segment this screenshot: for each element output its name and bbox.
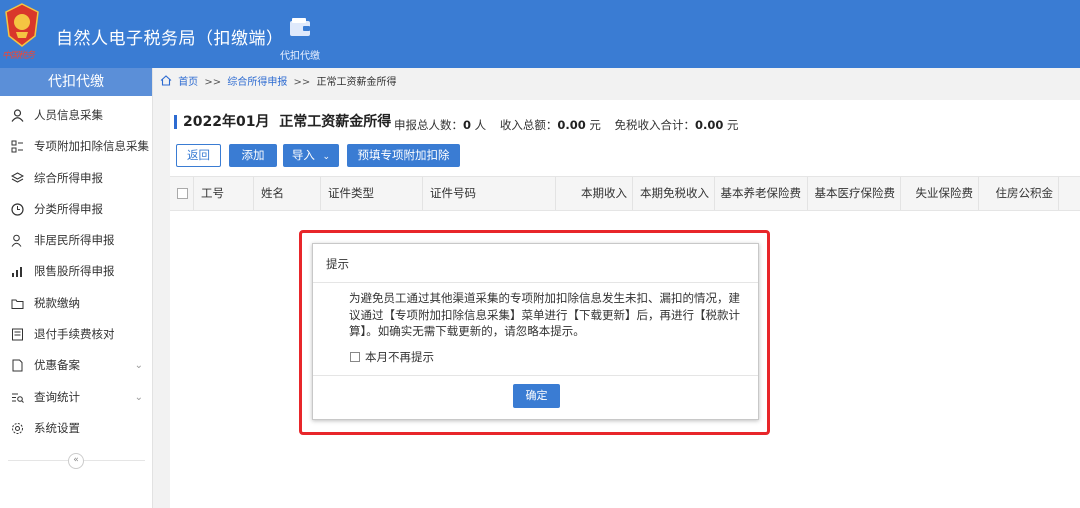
sidebar-item-label: 专项附加扣除信息采集 [34, 139, 149, 154]
app-header: 中国税务 自然人电子税务局（扣缴端） 代扣代缴 [0, 0, 1080, 68]
stat-income-value: 0.00 [557, 118, 586, 132]
stat-taxfree-label: 免税收入合计： [614, 118, 696, 132]
nav-tab-withholding[interactable]: 代扣代缴 [270, 0, 330, 68]
sidebar-item-label: 系统设置 [34, 420, 80, 435]
column-header[interactable]: 本期免税收入 [632, 177, 709, 210]
chevron-down-icon: ⌄ [134, 360, 143, 372]
collapse-sidebar-icon[interactable]: « [68, 453, 84, 469]
gear-icon [12, 422, 23, 434]
page-title: 2022年01月 正常工资薪金所得 [174, 115, 391, 129]
summary-stats: 申报总人数：0 人 收入总额：0.00 元 免税收入合计：0.00 元 [394, 117, 739, 133]
stat-taxfree-value: 0.00 [695, 118, 724, 132]
import-button-label: 导入 [291, 148, 315, 162]
column-header[interactable]: 基本养老保险费 [714, 177, 802, 210]
column-header[interactable]: 基本医疗保险费 [807, 177, 896, 210]
checkbox-label: 本月不再提示 [365, 350, 434, 364]
column-header[interactable]: 住房公积金 [978, 177, 1054, 210]
breadcrumb-separator: >> [293, 77, 311, 88]
tax-emblem-icon [5, 3, 39, 47]
chevron-down-icon: ⌄ [322, 152, 331, 162]
sidebar-item-classified[interactable]: 分类所得申报 [0, 194, 152, 225]
column-header[interactable]: 本期收入 [555, 177, 627, 210]
sidebar-item-label: 退付手续费核对 [34, 327, 115, 342]
breadcrumb: 首页 >> 综合所得申报 >> 正常工资薪金所得 [160, 73, 396, 93]
home-icon [160, 75, 172, 86]
sidebar-item-comprehensive[interactable]: 综合所得申报 [0, 163, 152, 194]
wallet-icon [290, 18, 310, 36]
user-icon [11, 109, 24, 122]
document-icon [12, 328, 23, 341]
back-button[interactable]: 返回 [176, 144, 221, 167]
stat-income-unit: 元 [589, 118, 601, 132]
sidebar-item-label: 优惠备案 [34, 358, 80, 373]
table-header: 工号 姓名 证件类型 证件号码 本期收入 本期免税收入 基本养老保险费 基本医疗… [170, 176, 1080, 211]
nav-tab-label: 代扣代缴 [280, 51, 320, 62]
sidebar-item-nonresident[interactable]: 非居民所得申报 [0, 225, 152, 256]
dont-remind-checkbox[interactable]: 本月不再提示 [350, 349, 434, 365]
dialog-message: 为避免员工通过其他渠道采集的专项附加扣除信息发生未扣、漏扣的情况，建议通过【专项… [349, 291, 740, 338]
sidebar-item-fee-refund[interactable]: 退付手续费核对 [0, 319, 152, 350]
breadcrumb-home-link[interactable]: 首页 [178, 77, 198, 88]
clock-icon [11, 203, 24, 216]
add-button[interactable]: 添加 [229, 144, 277, 167]
ok-button[interactable]: 确定 [513, 384, 560, 408]
layers-icon [11, 172, 24, 183]
breadcrumb-current: 正常工资薪金所得 [316, 77, 397, 88]
sidebar-item-label: 人员信息采集 [34, 108, 103, 122]
column-header[interactable]: 证件号码 [430, 177, 476, 210]
sidebar-item-label: 税款缴纳 [34, 295, 80, 310]
folder-icon [11, 299, 24, 309]
sidebar-item-preferential[interactable]: 优惠备案 ⌄ [0, 350, 152, 381]
breadcrumb-comprehensive-link[interactable]: 综合所得申报 [227, 77, 287, 88]
sidebar-item-label: 查询统计 [34, 389, 80, 404]
column-header[interactable]: 失业保险费 [900, 177, 974, 210]
sidebar-item-tax-payment[interactable]: 税款缴纳 [0, 288, 152, 319]
dialog-divider [313, 375, 758, 376]
sidebar-item-restricted-stock[interactable]: 限售股所得申报 [0, 256, 152, 287]
sidebar-item-label: 分类所得申报 [34, 201, 103, 216]
sidebar-item-label: 综合所得申报 [34, 170, 103, 185]
logo-text: 中国税务 [2, 51, 35, 61]
chevron-down-icon: ⌄ [134, 391, 143, 403]
app-title: 自然人电子税务局（扣缴端） [56, 29, 284, 49]
dialog-title: 提示 [313, 244, 758, 283]
stat-count-unit: 人 [474, 118, 487, 132]
column-header[interactable]: 证件类型 [328, 177, 374, 210]
sidebar-item-personnel[interactable]: 人员信息采集 [0, 100, 152, 131]
checkbox-box[interactable] [350, 352, 360, 362]
select-all-checkbox[interactable] [177, 188, 188, 199]
column-header[interactable]: 工号 [201, 177, 224, 210]
import-button[interactable]: 导入 ⌄ [283, 144, 339, 167]
column-header[interactable]: 姓名 [261, 177, 284, 210]
sidebar-item-special-deduction[interactable]: 专项附加扣除信息采集 [0, 131, 152, 162]
sidebar-item-query[interactable]: 查询统计 ⌄ [0, 382, 152, 413]
stat-count-label: 申报总人数： [394, 118, 463, 132]
bar-chart-icon [12, 267, 22, 278]
stat-income-label: 收入总额： [499, 118, 558, 132]
sidebar-item-settings[interactable]: 系统设置 [0, 413, 152, 444]
sidebar-item-label: 限售股所得申报 [34, 264, 115, 279]
prompt-dialog: 提示 为避免员工通过其他渠道采集的专项附加扣除信息发生未扣、漏扣的情况，建议通过… [312, 243, 759, 420]
prefill-special-deduction-button[interactable]: 预填专项附加扣除 [347, 144, 460, 167]
search-list-icon [12, 393, 24, 403]
grid-icon [11, 140, 23, 153]
sidebar: 代扣代缴 人员信息采集 专项附加扣除信息采集 综合所得申报 分类所得申报 非居民… [0, 68, 153, 508]
person-icon [11, 234, 22, 247]
breadcrumb-separator: >> [204, 77, 222, 88]
sidebar-title: 代扣代缴 [0, 68, 152, 96]
stat-count-value: 0 [463, 118, 472, 132]
stat-taxfree-unit: 元 [727, 118, 739, 132]
sidebar-item-label: 非居民所得申报 [34, 233, 115, 248]
file-icon [12, 359, 23, 372]
